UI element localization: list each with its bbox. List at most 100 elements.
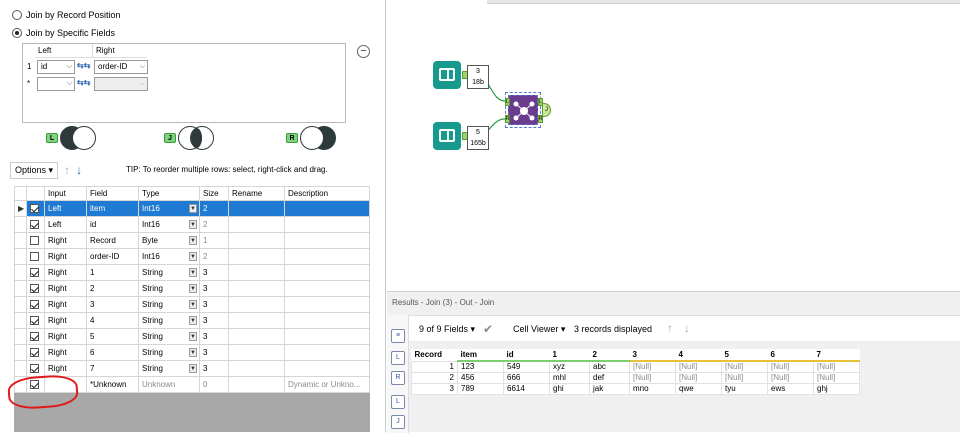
checkbox[interactable] — [30, 332, 39, 342]
rename-cell[interactable] — [228, 248, 285, 265]
field-checkbox-cell[interactable] — [26, 360, 45, 377]
cell-viewer-dropdown[interactable]: Cell Viewer ▾ — [513, 324, 565, 335]
field-row[interactable]: Right 6 String ▼ 3 — [14, 344, 370, 361]
results-cell[interactable]: ews — [767, 382, 814, 395]
results-cell[interactable]: [Null] — [767, 371, 814, 384]
chevron-down-icon[interactable]: ⌵ — [140, 61, 145, 73]
chevron-down-icon[interactable]: ▼ — [189, 220, 197, 229]
description-cell[interactable] — [284, 296, 370, 313]
radio-button[interactable] — [12, 10, 22, 20]
type-cell[interactable]: String ▼ — [138, 264, 200, 281]
field-row[interactable]: Right 4 String ▼ 3 — [14, 312, 370, 329]
results-cell[interactable]: [Null] — [675, 360, 722, 373]
output-l-icon[interactable]: L — [391, 351, 405, 365]
chevron-down-icon[interactable]: ▼ — [189, 300, 197, 309]
field-row[interactable]: Left id Int16 ▼ 2 — [14, 216, 370, 233]
checkbox[interactable] — [30, 284, 39, 294]
field-cell[interactable]: 7 — [86, 360, 139, 377]
results-cell[interactable]: 456 — [457, 371, 504, 384]
results-cell[interactable]: [Null] — [813, 371, 860, 384]
description-cell[interactable]: Dynamic or Unkno... — [284, 376, 370, 393]
field-row[interactable]: ▶ Left item Int16 ▼ 2 — [14, 200, 370, 217]
results-cell[interactable]: [Null] — [629, 371, 676, 384]
results-col-header[interactable]: 4 — [675, 349, 722, 362]
type-cell[interactable]: Byte ▼ — [138, 232, 200, 249]
col-header-type[interactable]: Type — [138, 186, 200, 201]
chevron-down-icon[interactable]: ⌵ — [140, 78, 145, 90]
rename-cell[interactable] — [228, 280, 285, 297]
results-cell[interactable]: 6614 — [503, 382, 550, 395]
checkbox[interactable] — [30, 300, 39, 310]
chevron-down-icon[interactable]: ⌵ — [67, 78, 72, 90]
field-cell[interactable]: id — [86, 216, 139, 233]
radio-button-selected[interactable] — [12, 28, 22, 38]
row-indicator[interactable] — [14, 328, 27, 345]
row-indicator[interactable] — [14, 360, 27, 377]
type-cell[interactable]: String ▼ — [138, 360, 200, 377]
field-cell[interactable]: 1 — [86, 264, 139, 281]
results-cell[interactable]: jak — [589, 382, 630, 395]
results-row[interactable]: 2 456 666 mhl def [Null] [Null] [Null] [Null] [Nu… — [411, 371, 860, 384]
chevron-down-icon[interactable]: ▼ — [189, 284, 197, 293]
checkbox[interactable] — [30, 364, 39, 374]
output-j-icon[interactable]: J — [391, 415, 405, 429]
row-indicator[interactable] — [14, 232, 27, 249]
field-cell[interactable]: 6 — [86, 344, 139, 361]
field-cell[interactable]: item — [86, 200, 139, 217]
type-cell[interactable]: String ▼ — [138, 328, 200, 345]
description-cell[interactable] — [284, 264, 370, 281]
record-number-cell[interactable]: 1 — [411, 360, 458, 373]
size-cell[interactable]: 2 — [199, 216, 229, 233]
results-col-header[interactable]: item — [457, 349, 504, 362]
field-checkbox-cell[interactable] — [26, 280, 45, 297]
results-cell[interactable]: tyu — [721, 382, 768, 395]
record-number-cell[interactable]: 2 — [411, 371, 458, 384]
field-cell[interactable]: Record — [86, 232, 139, 249]
input-data-tool-1[interactable] — [433, 61, 461, 89]
table-view-icon[interactable]: ≡ — [391, 329, 405, 343]
left-field-select[interactable]: id ⌵ — [37, 60, 75, 74]
row-indicator[interactable] — [14, 344, 27, 361]
rename-cell[interactable] — [228, 328, 285, 345]
field-checkbox-cell[interactable] — [26, 296, 45, 313]
results-col-header[interactable]: 6 — [767, 349, 814, 362]
results-cell[interactable]: xyz — [549, 360, 590, 373]
field-cell[interactable]: *Unknown — [86, 376, 139, 393]
arrow-up-icon[interactable]: ↑ — [667, 321, 673, 335]
description-cell[interactable] — [284, 344, 370, 361]
col-header-rename[interactable]: Rename — [228, 186, 285, 201]
col-header-description[interactable]: Description — [284, 186, 370, 201]
results-cell[interactable]: 123 — [457, 360, 504, 373]
type-cell[interactable]: String ▼ — [138, 344, 200, 361]
field-row[interactable]: Right order-ID Int16 ▼ 2 — [14, 248, 370, 265]
chevron-down-icon[interactable]: ⌵ — [67, 61, 72, 73]
field-cell[interactable]: 5 — [86, 328, 139, 345]
record-number-cell[interactable]: 3 — [411, 382, 458, 395]
size-cell[interactable]: 3 — [199, 312, 229, 329]
rename-cell[interactable] — [228, 312, 285, 329]
description-cell[interactable] — [284, 280, 370, 297]
chevron-down-icon[interactable]: ▼ — [189, 316, 197, 325]
checkbox[interactable] — [30, 316, 39, 326]
chevron-down-icon[interactable]: ▼ — [189, 348, 197, 357]
description-cell[interactable] — [284, 200, 370, 217]
description-cell[interactable] — [284, 232, 370, 249]
field-checkbox-cell[interactable] — [26, 264, 45, 281]
col-header-size[interactable]: Size — [199, 186, 229, 201]
chevron-down-icon[interactable]: ▼ — [189, 252, 197, 261]
results-row[interactable]: 1 123 549 xyz abc [Null] [Null] [Null] [Null] [Nu… — [411, 360, 860, 373]
chevron-down-icon[interactable]: ▼ — [189, 236, 197, 245]
chevron-down-icon[interactable]: ▼ — [189, 364, 197, 373]
type-cell[interactable]: String ▼ — [138, 312, 200, 329]
checkbox[interactable] — [30, 220, 39, 230]
field-cell[interactable]: 3 — [86, 296, 139, 313]
col-header-field[interactable]: Field — [86, 186, 139, 201]
venn-right-output[interactable]: R — [286, 124, 336, 152]
left-field-select-new[interactable]: ⌵ — [37, 77, 75, 91]
results-col-header[interactable]: 7 — [813, 349, 860, 362]
description-cell[interactable] — [284, 216, 370, 233]
results-cell[interactable]: def — [589, 371, 630, 384]
radio-join-by-position[interactable]: Join by Record Position — [12, 10, 121, 20]
field-row[interactable]: Right 3 String ▼ 3 — [14, 296, 370, 313]
join-input-port-l[interactable]: L — [505, 98, 510, 106]
